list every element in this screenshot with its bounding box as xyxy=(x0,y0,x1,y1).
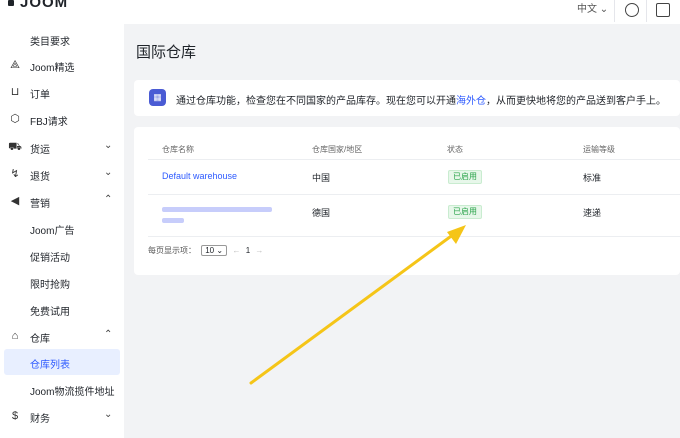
truck-icon: ⛟ xyxy=(8,141,22,153)
sidebar-item-free-trial[interactable]: 免费试用 xyxy=(0,296,124,322)
shipping-level: 速递 xyxy=(583,208,602,218)
sidebar-item-label: 退货 xyxy=(30,172,50,183)
divider xyxy=(148,194,680,195)
sidebar-item-label: 货运 xyxy=(30,145,50,156)
sidebar-item-label: 促销活动 xyxy=(30,253,70,264)
chevron-down-icon: ⌄ xyxy=(104,167,113,178)
sidebar-item-marketing[interactable]: ◀ 营销 ⌃ xyxy=(0,188,124,214)
sidebar-item-label: 仓库列表 xyxy=(30,360,70,371)
sidebar-item-category-requirements[interactable]: 类目要求 xyxy=(0,26,124,52)
status-badge: 已启用 xyxy=(448,170,482,184)
info-banner: ▦ 通过仓库功能，检查您在不同国家的产品库存。现在您可以开通海外仓，从而更快地将… xyxy=(134,80,680,116)
sidebar-item-shipping[interactable]: ⛟ 货运 ⌄ xyxy=(0,134,124,160)
sidebar-item-warehouse-list[interactable]: 仓库列表 xyxy=(4,349,120,375)
chevron-up-icon: ⌃ xyxy=(104,194,113,205)
status-badge: 已启用 xyxy=(448,205,482,219)
sidebar-item-orders[interactable]: ⊔ 订单 xyxy=(0,79,124,105)
box-icon: ⬡ xyxy=(10,113,20,125)
sidebar-item-returns[interactable]: ↯ 退货 ⌄ xyxy=(0,161,124,187)
warehouse-boxes-icon: ▦ xyxy=(149,89,166,106)
warehouse-name-link[interactable]: Default warehouse xyxy=(162,171,237,181)
pagination: 每页显示项： 10 ⌄ ← 1 → xyxy=(148,245,266,257)
warehouse-table: 仓库名称 仓库国家/地区 状态 运输等级 Default warehouse 中… xyxy=(134,127,680,275)
sidebar-item-label: 类目要求 xyxy=(30,37,70,48)
cart-icon: ⊔ xyxy=(10,86,20,98)
tag-icon: ⟁ xyxy=(10,59,20,71)
redacted-text xyxy=(162,218,184,223)
chevron-down-icon: ⌄ xyxy=(104,409,113,420)
column-header-country: 仓库国家/地区 xyxy=(312,145,363,154)
sidebar-item-label: 财务 xyxy=(30,414,50,425)
prev-page-button[interactable]: ← xyxy=(232,246,240,255)
sidebar-item-label: 免费试用 xyxy=(30,307,70,318)
sidebar-item-label: 仓库 xyxy=(30,334,50,345)
page-size-label: 每页显示项： xyxy=(148,246,196,255)
sidebar-item-label: Joom物流揽件地址 xyxy=(30,387,115,398)
language-selector[interactable]: 中文 ⌄ xyxy=(577,0,608,15)
next-page-button[interactable]: → xyxy=(255,246,263,255)
sidebar-item-finance[interactable]: $ 财务 ⌄ xyxy=(0,403,124,429)
sidebar-item-joom-ads[interactable]: Joom广告 xyxy=(0,215,124,241)
help-icon[interactable] xyxy=(625,3,639,17)
sidebar-item-promotions[interactable]: 促销活动 xyxy=(0,242,124,268)
dollar-icon: $ xyxy=(11,410,19,422)
sidebar-item-label: 营销 xyxy=(30,199,50,210)
sidebar-item-label: FBJ请求 xyxy=(30,117,68,128)
sidebar-item-fbj-requests[interactable]: ⬡ FBJ请求 xyxy=(0,106,124,132)
sidebar-item-joom-select[interactable]: ⟁ Joom精选 xyxy=(0,52,124,78)
divider xyxy=(148,236,680,237)
divider xyxy=(148,159,680,160)
return-icon: ↯ xyxy=(10,168,20,180)
export-icon[interactable] xyxy=(656,3,670,17)
top-bar: JOOM 中文 ⌄ xyxy=(0,0,680,24)
column-header-name: 仓库名称 xyxy=(162,145,194,154)
divider xyxy=(614,0,615,22)
info-banner-text: 通过仓库功能，检查您在不同国家的产品库存。现在您可以开通海外仓，从而更快地将您的… xyxy=(176,96,666,107)
chevron-up-icon: ⌃ xyxy=(104,329,113,340)
joom-logo[interactable]: JOOM xyxy=(8,0,68,11)
current-page[interactable]: 1 xyxy=(246,246,250,255)
page-title: 国际仓库 xyxy=(136,44,197,61)
overseas-warehouse-link[interactable]: 海外仓 xyxy=(456,96,486,107)
column-header-status: 状态 xyxy=(447,145,463,154)
sidebar-item-warehouse[interactable]: ⌂ 仓库 ⌃ xyxy=(0,323,124,349)
warehouse-country: 中国 xyxy=(312,173,331,183)
warehouse-country: 德国 xyxy=(312,208,331,218)
logo-mark-icon xyxy=(8,0,14,7)
sidebar-item-label: Joom精选 xyxy=(30,63,75,74)
divider xyxy=(646,0,647,22)
warehouse-icon: ⌂ xyxy=(11,330,19,342)
redacted-text xyxy=(162,207,272,212)
megaphone-icon: ◀ xyxy=(10,195,20,207)
column-header-shipping-level: 运输等级 xyxy=(583,145,615,154)
sidebar-item-label: 订单 xyxy=(30,90,50,101)
page-size-select[interactable]: 10 ⌄ xyxy=(201,245,228,257)
sidebar-item-flash-sale[interactable]: 限时抢购 xyxy=(0,269,124,295)
chevron-down-icon: ⌄ xyxy=(104,140,113,151)
sidebar-item-label: Joom广告 xyxy=(30,226,75,237)
sidebar-item-pickup-address[interactable]: Joom物流揽件地址 xyxy=(0,376,124,402)
sidebar-item-label: 限时抢购 xyxy=(30,280,70,291)
sidebar: 类目要求 ⟁ Joom精选 ⊔ 订单 ⬡ FBJ请求 ⛟ 货运 ⌄ ↯ 退货 ⌄… xyxy=(0,24,124,438)
shipping-level: 标准 xyxy=(583,173,602,183)
